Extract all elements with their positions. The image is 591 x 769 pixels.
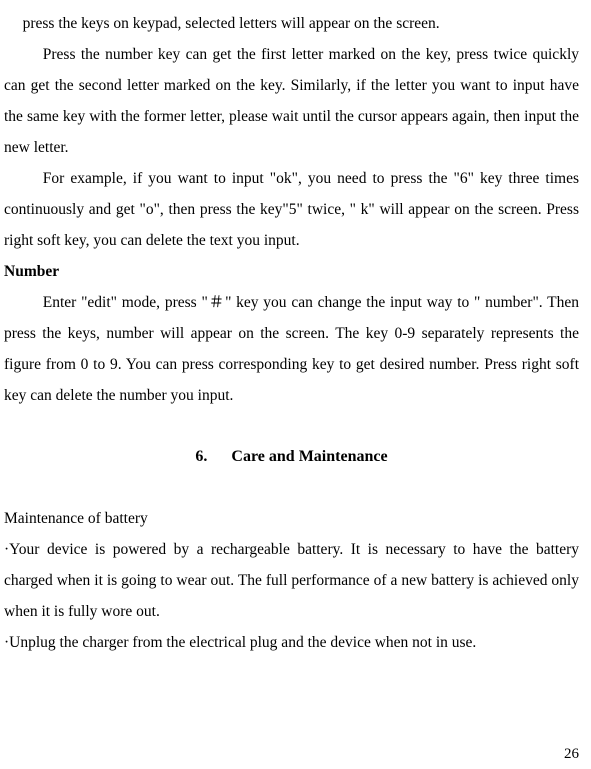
page-number: 26 [564,746,579,763]
chapter-title: Care and Maintenance [231,448,387,465]
paragraph-number-mode: Enter "edit" mode, press "＃" key you can… [4,287,579,411]
chapter-number: 6. [195,448,207,465]
bullet-point-2: ·Unplug the charger from the electrical … [4,627,579,658]
paragraph-intro: press the keys on keypad, selected lette… [4,8,579,39]
subsection-maintenance: Maintenance of battery [4,503,579,534]
chapter-heading: 6. Care and Maintenance [4,441,579,473]
paragraph-press-number: Press the number key can get the first l… [4,39,579,163]
paragraph-example: For example, if you want to input "ok", … [4,163,579,256]
bullet-point-1: ·Your device is powered by a rechargeabl… [4,534,579,627]
heading-number: Number [4,256,579,287]
